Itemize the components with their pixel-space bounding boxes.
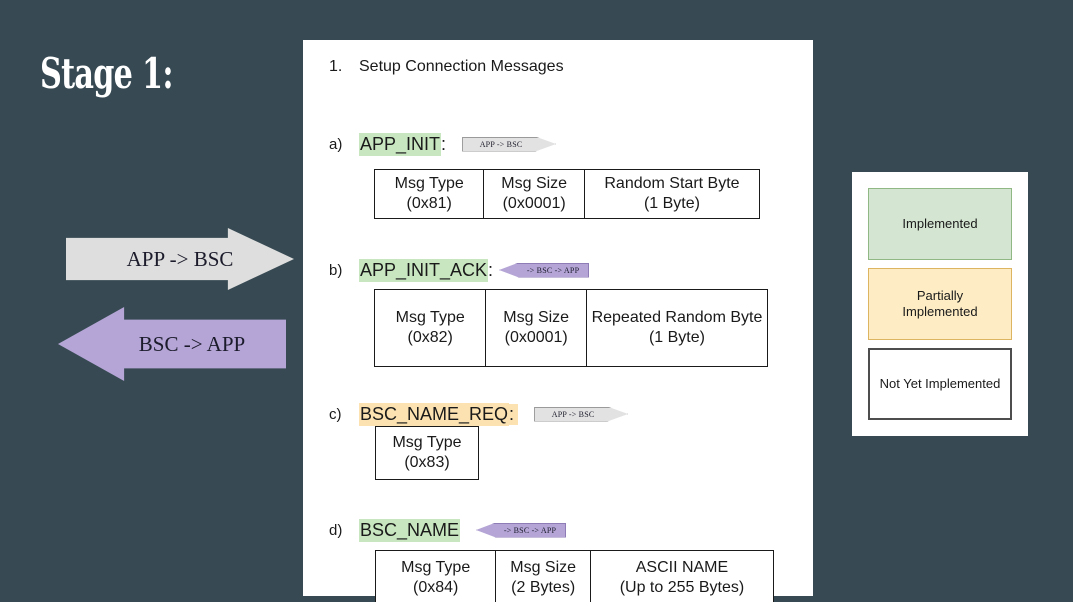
message-block-app-init: a) APP_INIT : APP -> BSC: [303, 132, 813, 156]
legend-item-partially-implemented: Partially Implemented: [868, 268, 1012, 340]
field-name: Msg Size: [503, 309, 570, 327]
field-table-app-init: Msg Type (0x81) Msg Size (0x0001) Random…: [374, 169, 760, 219]
field-name: Msg Type: [394, 175, 464, 193]
field-cell: Repeated Random Byte (1 Byte): [587, 290, 767, 366]
legend-item-label-line2: Implemented: [902, 304, 978, 319]
direction-badge-left: -> BSC -> APP: [476, 522, 567, 538]
section-heading: 1. Setup Connection Messages: [329, 58, 564, 76]
status-legend-panel: Implemented Partially Implemented Not Yet…: [852, 172, 1028, 436]
field-cell: Random Start Byte (1 Byte): [585, 170, 759, 218]
field-value: (0x0001): [502, 195, 566, 212]
field-name: Msg Size: [510, 558, 577, 576]
field-name: Msg Type: [395, 309, 465, 327]
field-table-app-init-ack: Msg Type (0x82) Msg Size (0x0001) Repeat…: [374, 289, 768, 367]
message-letter: b): [329, 261, 343, 279]
field-cell: Msg Size (2 Bytes): [496, 551, 591, 602]
field-value: (1 Byte): [643, 195, 700, 212]
field-value: (1 Byte): [648, 329, 705, 346]
field-cell: Msg Type (0x82): [375, 290, 487, 366]
field-cell: Msg Size (0x0001): [486, 290, 587, 366]
message-letter: c): [329, 405, 342, 423]
field-name: Random Start Byte: [604, 175, 740, 193]
message-block-bsc-name: d) BSC_NAME -> BSC -> APP: [303, 518, 813, 542]
message-colon: :: [509, 403, 519, 425]
legend-item-label-line1: Partially: [916, 287, 964, 303]
legend-item-label: Not Yet Implemented: [879, 375, 1001, 391]
field-value: (0x82): [407, 329, 453, 346]
field-value: (0x83): [404, 454, 450, 471]
direction-badge-right: APP -> BSC: [534, 406, 629, 422]
app-to-bsc-arrow-label: APP -> BSC: [126, 246, 234, 271]
field-table-bsc-name-req: Msg Type (0x83): [375, 426, 479, 480]
bsc-to-app-arrow: BSC -> APP: [58, 307, 286, 381]
bsc-to-app-arrow-label: BSC -> APP: [138, 331, 246, 356]
field-cell: Msg Type (0x83): [376, 427, 478, 479]
legend-item-implemented: Implemented: [868, 188, 1012, 260]
field-name: Repeated Random Byte: [591, 309, 763, 327]
message-block-app-init-ack: b) APP_INIT_ACK : -> BSC -> APP: [303, 258, 813, 282]
field-value: (Up to 255 Bytes): [619, 578, 745, 596]
field-name: Msg Type: [401, 558, 471, 576]
message-colon: :: [441, 133, 447, 154]
legend-item-label: Implemented: [902, 215, 978, 231]
field-value: (0x81): [406, 195, 452, 212]
message-name: BSC_NAME: [359, 518, 461, 542]
section-title: Setup Connection Messages: [359, 58, 564, 75]
message-name: BSC_NAME_REQ: [359, 402, 510, 426]
message-name: APP_INIT_ACK: [359, 258, 489, 282]
section-number: 1.: [329, 58, 343, 75]
field-cell: Msg Type (0x84): [376, 551, 497, 602]
field-name: Msg Type: [392, 434, 462, 452]
message-header: c) BSC_NAME_REQ : APP -> BSC: [303, 402, 813, 426]
field-value: (0x84): [413, 578, 459, 596]
direction-badge-right: APP -> BSC: [462, 136, 557, 152]
message-letter: d): [329, 521, 343, 539]
field-value: (2 Bytes): [511, 578, 576, 596]
slide-canvas: Stage 1: APP -> BSC BSC -> APP 1. Setup C…: [0, 0, 1073, 602]
legend-item-not-yet-implemented: Not Yet Implemented: [868, 348, 1012, 420]
message-letter: a): [329, 135, 343, 153]
message-header: b) APP_INIT_ACK : -> BSC -> APP: [303, 258, 813, 282]
message-colon: :: [488, 259, 494, 280]
direction-badge-left: -> BSC -> APP: [499, 262, 590, 278]
content-panel: 1. Setup Connection Messages a) APP_INIT …: [303, 40, 813, 602]
app-to-bsc-arrow: APP -> BSC: [66, 228, 294, 290]
field-table-bsc-name: Msg Type (0x84) Msg Size (2 Bytes) ASCII…: [375, 550, 774, 602]
page-title: Stage 1:: [40, 49, 173, 98]
message-header: d) BSC_NAME -> BSC -> APP: [303, 518, 813, 542]
message-block-bsc-name-req: c) BSC_NAME_REQ : APP -> BSC: [303, 402, 813, 426]
field-cell: Msg Type (0x81): [375, 170, 485, 218]
field-name: ASCII NAME: [635, 558, 729, 576]
field-value: (0x0001): [504, 329, 568, 346]
field-cell: ASCII NAME (Up to 255 Bytes): [591, 551, 773, 602]
legend-item-label: Partially Implemented: [902, 288, 977, 321]
field-cell: Msg Size (0x0001): [484, 170, 585, 218]
message-name: APP_INIT: [359, 132, 442, 156]
message-header: a) APP_INIT : APP -> BSC: [303, 132, 813, 156]
field-name: Msg Size: [501, 175, 568, 193]
